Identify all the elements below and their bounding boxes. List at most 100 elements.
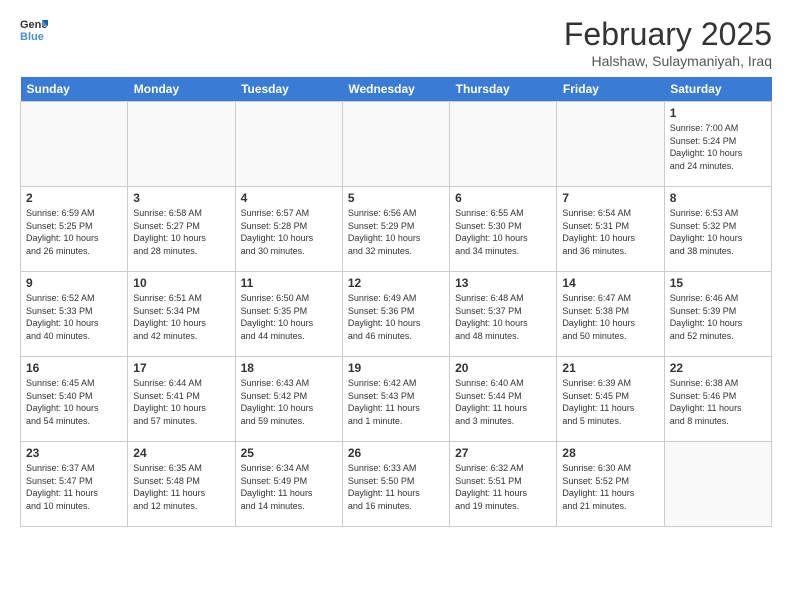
day-number: 15 [670,276,766,290]
day-info: Sunrise: 6:35 AM Sunset: 5:48 PM Dayligh… [133,462,229,512]
day-info: Sunrise: 6:54 AM Sunset: 5:31 PM Dayligh… [562,207,658,257]
day-number: 8 [670,191,766,205]
calendar-cell-w5-d3: 25Sunrise: 6:34 AM Sunset: 5:49 PM Dayli… [235,442,342,527]
day-number: 7 [562,191,658,205]
day-info: Sunrise: 6:57 AM Sunset: 5:28 PM Dayligh… [241,207,337,257]
day-info: Sunrise: 6:34 AM Sunset: 5:49 PM Dayligh… [241,462,337,512]
day-info: Sunrise: 6:32 AM Sunset: 5:51 PM Dayligh… [455,462,551,512]
day-info: Sunrise: 6:50 AM Sunset: 5:35 PM Dayligh… [241,292,337,342]
day-number: 20 [455,361,551,375]
col-tuesday: Tuesday [235,77,342,102]
header: General Blue February 2025 Halshaw, Sula… [20,16,772,69]
calendar-cell-w3-d1: 9 Sunrise: 6:52 AM Sunset: 5:33 PM Daylig… [21,272,128,357]
day-info: Sunrise: 6:47 AM Sunset: 5:38 PM Dayligh… [562,292,658,342]
day-info: Sunrise: 7:00 AM Sunset: 5:24 PM Dayligh… [670,122,766,172]
week-row-2: 2 Sunrise: 6:59 AM Sunset: 5:25 PM Daylig… [21,187,772,272]
calendar-cell-w2-d6: 7 Sunrise: 6:54 AM Sunset: 5:31 PM Daylig… [557,187,664,272]
calendar-cell-w2-d5: 6Sunrise: 6:55 AM Sunset: 5:30 PM Daylig… [450,187,557,272]
calendar-cell-w1-d4 [342,102,449,187]
day-number: 21 [562,361,658,375]
title-section: February 2025 Halshaw, Sulaymaniyah, Ira… [564,16,772,69]
day-number: 4 [241,191,337,205]
calendar-cell-w4-d1: 16 Sunrise: 6:45 AM Sunset: 5:40 PM Dayli… [21,357,128,442]
col-friday: Friday [557,77,664,102]
day-number: 5 [348,191,444,205]
day-number: 27 [455,446,551,460]
day-info: Sunrise: 6:58 AM Sunset: 5:27 PM Dayligh… [133,207,229,257]
day-info: Sunrise: 6:49 AM Sunset: 5:36 PM Dayligh… [348,292,444,342]
week-row-3: 9 Sunrise: 6:52 AM Sunset: 5:33 PM Daylig… [21,272,772,357]
week-row-5: 23Sunrise: 6:37 AM Sunset: 5:47 PM Dayli… [21,442,772,527]
calendar-cell-w2-d1: 2 Sunrise: 6:59 AM Sunset: 5:25 PM Daylig… [21,187,128,272]
day-number: 22 [670,361,766,375]
day-info: Sunrise: 6:38 AM Sunset: 5:46 PM Dayligh… [670,377,766,427]
day-number: 24 [133,446,229,460]
col-sunday: Sunday [21,77,128,102]
col-thursday: Thursday [450,77,557,102]
day-info: Sunrise: 6:48 AM Sunset: 5:37 PM Dayligh… [455,292,551,342]
day-number: 18 [241,361,337,375]
calendar-cell-w2-d7: 8 Sunrise: 6:53 AM Sunset: 5:32 PM Daylig… [664,187,771,272]
calendar-cell-w5-d4: 26Sunrise: 6:33 AM Sunset: 5:50 PM Dayli… [342,442,449,527]
day-number: 13 [455,276,551,290]
calendar-cell-w4-d4: 19 Sunrise: 6:42 AM Sunset: 5:43 PM Dayli… [342,357,449,442]
calendar-cell-w2-d4: 5Sunrise: 6:56 AM Sunset: 5:29 PM Daylig… [342,187,449,272]
day-number: 14 [562,276,658,290]
calendar-cell-w1-d7: 1Sunrise: 7:00 AM Sunset: 5:24 PM Daylig… [664,102,771,187]
col-wednesday: Wednesday [342,77,449,102]
day-info: Sunrise: 6:45 AM Sunset: 5:40 PM Dayligh… [26,377,122,427]
week-row-1: 1Sunrise: 7:00 AM Sunset: 5:24 PM Daylig… [21,102,772,187]
month-title: February 2025 [564,16,772,53]
calendar-cell-w2-d3: 4 Sunrise: 6:57 AM Sunset: 5:28 PM Daylig… [235,187,342,272]
day-number: 28 [562,446,658,460]
calendar-cell-w1-d1 [21,102,128,187]
page: General Blue February 2025 Halshaw, Sula… [0,0,792,612]
calendar-cell-w1-d3 [235,102,342,187]
day-info: Sunrise: 6:46 AM Sunset: 5:39 PM Dayligh… [670,292,766,342]
calendar-cell-w3-d7: 15 Sunrise: 6:46 AM Sunset: 5:39 PM Dayli… [664,272,771,357]
day-info: Sunrise: 6:40 AM Sunset: 5:44 PM Dayligh… [455,377,551,427]
calendar-cell-w5-d2: 24 Sunrise: 6:35 AM Sunset: 5:48 PM Dayli… [128,442,235,527]
day-info: Sunrise: 6:59 AM Sunset: 5:25 PM Dayligh… [26,207,122,257]
day-number: 16 [26,361,122,375]
day-info: Sunrise: 6:44 AM Sunset: 5:41 PM Dayligh… [133,377,229,427]
calendar-cell-w4-d2: 17Sunrise: 6:44 AM Sunset: 5:41 PM Dayli… [128,357,235,442]
calendar-cell-w4-d5: 20 Sunrise: 6:40 AM Sunset: 5:44 PM Dayli… [450,357,557,442]
day-number: 12 [348,276,444,290]
calendar-table: Sunday Monday Tuesday Wednesday Thursday… [20,77,772,527]
svg-text:Blue: Blue [20,31,44,43]
day-number: 19 [348,361,444,375]
col-monday: Monday [128,77,235,102]
day-number: 23 [26,446,122,460]
calendar-cell-w3-d3: 11 Sunrise: 6:50 AM Sunset: 5:35 PM Dayli… [235,272,342,357]
day-number: 9 [26,276,122,290]
location-subtitle: Halshaw, Sulaymaniyah, Iraq [564,53,772,69]
calendar-cell-w5-d7 [664,442,771,527]
day-info: Sunrise: 6:53 AM Sunset: 5:32 PM Dayligh… [670,207,766,257]
calendar-cell-w5-d1: 23Sunrise: 6:37 AM Sunset: 5:47 PM Dayli… [21,442,128,527]
calendar-cell-w1-d6 [557,102,664,187]
day-info: Sunrise: 6:30 AM Sunset: 5:52 PM Dayligh… [562,462,658,512]
calendar-cell-w4-d7: 22 Sunrise: 6:38 AM Sunset: 5:46 PM Dayli… [664,357,771,442]
calendar-cell-w3-d6: 14 Sunrise: 6:47 AM Sunset: 5:38 PM Dayli… [557,272,664,357]
logo: General Blue [20,16,48,44]
day-info: Sunrise: 6:43 AM Sunset: 5:42 PM Dayligh… [241,377,337,427]
calendar-cell-w5-d6: 28 Sunrise: 6:30 AM Sunset: 5:52 PM Dayli… [557,442,664,527]
calendar-cell-w2-d2: 3 Sunrise: 6:58 AM Sunset: 5:27 PM Daylig… [128,187,235,272]
day-number: 11 [241,276,337,290]
day-info: Sunrise: 6:39 AM Sunset: 5:45 PM Dayligh… [562,377,658,427]
calendar-cell-w4-d6: 21 Sunrise: 6:39 AM Sunset: 5:45 PM Dayli… [557,357,664,442]
day-number: 2 [26,191,122,205]
calendar-header-row: Sunday Monday Tuesday Wednesday Thursday… [21,77,772,102]
day-info: Sunrise: 6:52 AM Sunset: 5:33 PM Dayligh… [26,292,122,342]
day-info: Sunrise: 6:55 AM Sunset: 5:30 PM Dayligh… [455,207,551,257]
calendar-cell-w1-d5 [450,102,557,187]
calendar-cell-w4-d3: 18 Sunrise: 6:43 AM Sunset: 5:42 PM Dayli… [235,357,342,442]
calendar-cell-w1-d2 [128,102,235,187]
day-number: 10 [133,276,229,290]
day-number: 3 [133,191,229,205]
day-info: Sunrise: 6:42 AM Sunset: 5:43 PM Dayligh… [348,377,444,427]
calendar-cell-w3-d4: 12 Sunrise: 6:49 AM Sunset: 5:36 PM Dayli… [342,272,449,357]
logo-icon: General Blue [20,16,48,44]
day-number: 26 [348,446,444,460]
